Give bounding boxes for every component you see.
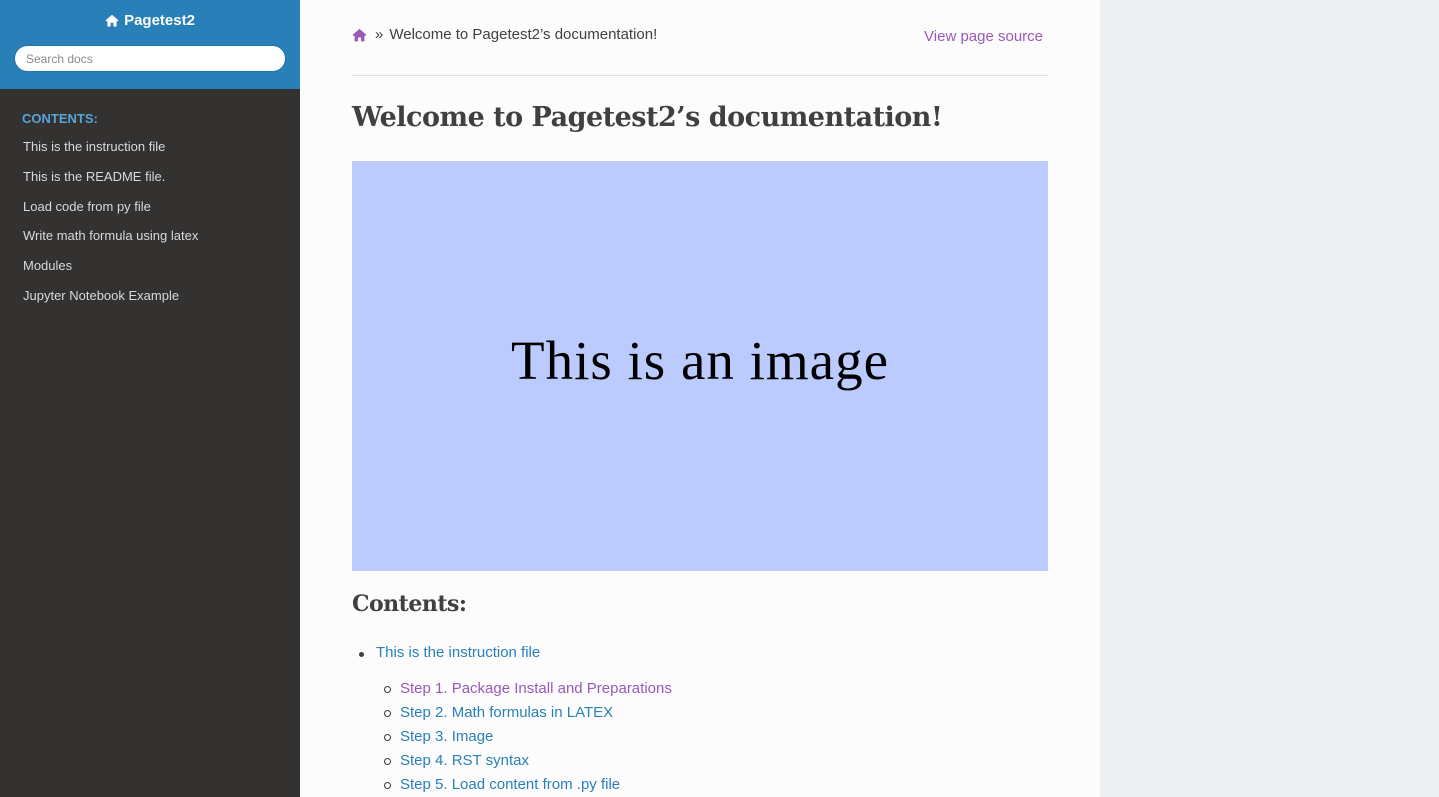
project-home-link[interactable]: Pagetest2: [105, 12, 195, 29]
sidebar-header: Pagetest2: [0, 0, 300, 89]
toc-subitem: Step 4. RST syntax: [376, 749, 672, 773]
sidebar-item-math-latex[interactable]: Write math formula using latex: [0, 224, 300, 254]
sidebar-item-jupyter[interactable]: Jupyter Notebook Example: [0, 284, 300, 314]
menu-caption: CONTENTS:: [22, 111, 98, 126]
document: » Welcome to Pagetest2’s documentation! …: [352, 0, 1048, 793]
toc-link-step-3[interactable]: Step 3. Image: [400, 728, 493, 745]
image-caption-text: This is an image: [510, 329, 889, 391]
content-area: » Welcome to Pagetest2’s documentation! …: [300, 0, 1100, 797]
search-input[interactable]: [14, 45, 286, 72]
toc-link-step-4[interactable]: Step 4. RST syntax: [400, 752, 529, 769]
breadcrumb-current: Welcome to Pagetest2’s documentation!: [389, 26, 658, 43]
toc-subitem: Step 1. Package Install and Preparations: [376, 677, 672, 701]
toc-subitem: Step 3. Image: [376, 725, 672, 749]
view-source-link[interactable]: View page source: [924, 28, 1043, 45]
toc-link-step-5[interactable]: Step 5. Load content from .py file: [400, 776, 620, 793]
toc-sublist: Step 1. Package Install and Preparations…: [376, 677, 672, 797]
sidebar-item-readme[interactable]: This is the README file.: [0, 165, 300, 195]
toc-subitem: Step 5. Load content from .py file: [376, 773, 672, 797]
page-title: Welcome to Pagetest2’s documentation!: [352, 102, 943, 133]
sidebar: Pagetest2 CONTENTS: This is the instruct…: [0, 0, 300, 797]
breadcrumb: » Welcome to Pagetest2’s documentation! …: [352, 0, 1048, 76]
toc-item: This is the instruction file Step 1. Pac…: [352, 644, 672, 797]
toc-list: This is the instruction file Step 1. Pac…: [352, 644, 672, 797]
toc-link-instruction[interactable]: This is the instruction file: [376, 644, 540, 661]
sidebar-item-load-code[interactable]: Load code from py file: [0, 195, 300, 225]
home-icon: [105, 14, 119, 27]
content-image: This is an image: [352, 161, 1048, 571]
breadcrumb-separator: »: [375, 26, 384, 43]
project-name: Pagetest2: [124, 12, 195, 29]
sidebar-item-modules[interactable]: Modules: [0, 254, 300, 284]
home-icon[interactable]: [352, 28, 367, 42]
contents-heading: Contents:: [352, 591, 467, 617]
toc-link-step-2[interactable]: Step 2. Math formulas in LATEX: [400, 704, 613, 721]
toc-subitem: Step 2. Math formulas in LATEX: [376, 701, 672, 725]
toc-link-step-1[interactable]: Step 1. Package Install and Preparations: [400, 680, 672, 697]
sidebar-menu: This is the instruction file This is the…: [0, 135, 300, 314]
sidebar-item-instruction[interactable]: This is the instruction file: [0, 135, 300, 165]
